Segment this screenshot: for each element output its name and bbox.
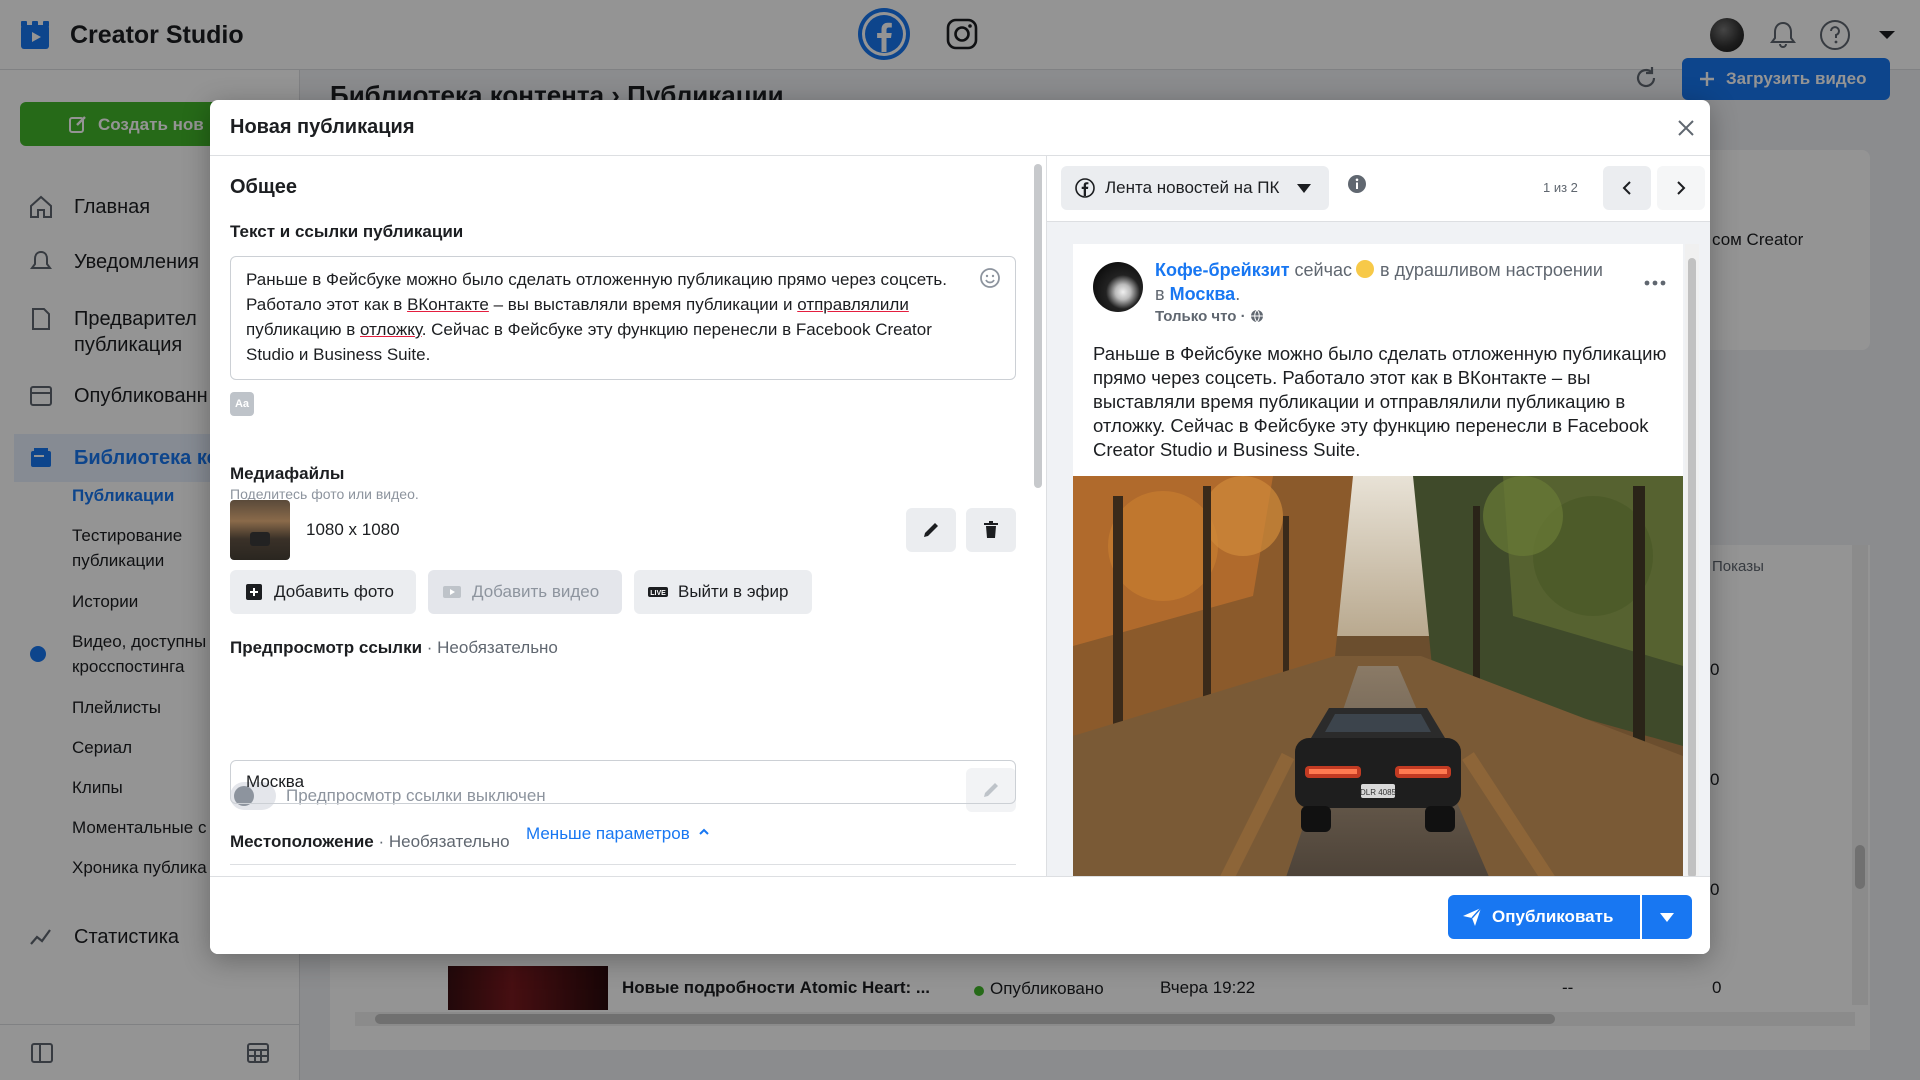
previous-preview-button[interactable]: [1603, 166, 1651, 210]
post-header: Кофе-брейкзит сейчас в дурашливом настрое…: [1155, 258, 1645, 306]
chevron-down-icon: [1297, 184, 1311, 193]
text-format-button[interactable]: Aa: [230, 392, 254, 416]
spellcheck-word: отложку: [360, 320, 422, 339]
license-plate-text: DLR 4085: [1360, 788, 1397, 797]
placement-dropdown[interactable]: Лента новостей на ПК: [1061, 166, 1329, 210]
fewer-options-link[interactable]: Меньше параметров: [526, 824, 710, 844]
post-text-segment: публикацию в: [246, 320, 361, 339]
post-text-field[interactable]: Раньше в Фейсбуке можно было сделать отл…: [230, 256, 1016, 380]
scrollbar-thumb[interactable]: [1688, 258, 1696, 876]
media-dimensions: 1080 x 1080: [306, 520, 400, 539]
placement-label: Лента новостей на ПК: [1105, 178, 1280, 197]
post-text-label: Текст и ссылки публикации: [230, 222, 464, 241]
chevron-left-icon: [1622, 181, 1631, 195]
post-period: .: [1235, 284, 1241, 304]
location-input[interactable]: Москва: [230, 760, 1016, 804]
location-label: Местоположение · Необязательно: [230, 832, 510, 852]
live-icon: LIVE: [648, 587, 668, 597]
preview-toolbar: Лента новостей на ПК 1 из 2: [1047, 156, 1710, 222]
location-title: Местоположение: [230, 832, 374, 851]
post-location[interactable]: Москва: [1170, 284, 1236, 304]
dialog-header: Новая публикация: [210, 100, 1710, 156]
close-icon[interactable]: [1674, 116, 1698, 140]
publish-options-button[interactable]: [1642, 895, 1692, 939]
media-label: Медиафайлы: [230, 464, 345, 483]
dialog-footer: Опубликовать: [210, 876, 1710, 954]
add-photo-button[interactable]: Добавить фото: [230, 570, 416, 614]
go-live-label: Выйти в эфир: [678, 582, 789, 601]
go-live-button[interactable]: LIVE Выйти в эфир: [634, 570, 812, 614]
link-preview-label: Предпросмотр ссылки · Необязательно: [230, 638, 558, 658]
preview-scrollbar[interactable]: [1685, 244, 1699, 876]
post-timestamp: Только что ·: [1155, 308, 1264, 325]
delete-media-button[interactable]: [966, 508, 1016, 552]
chevron-down-icon: [1660, 913, 1674, 922]
post-text-segment: – вы выставляли время публикации и: [488, 295, 798, 314]
pencil-icon: [924, 523, 938, 537]
next-preview-button[interactable]: [1657, 166, 1705, 210]
optional-tag: · Необязательно: [373, 832, 510, 851]
svg-text:LIVE: LIVE: [650, 590, 666, 597]
post-when: сейчас: [1289, 260, 1352, 280]
publish-label: Опубликовать: [1492, 907, 1614, 926]
thumbnail-car: [250, 532, 270, 546]
send-icon: [1463, 907, 1482, 926]
post-body-text: Раньше в Фейсбуке можно было сделать отл…: [1093, 343, 1667, 460]
page-name[interactable]: Кофе-брейкзит: [1155, 260, 1290, 280]
page-avatar: [1093, 262, 1143, 312]
feeling-emoji-icon: [1356, 260, 1374, 278]
globe-icon: [1250, 309, 1263, 323]
optional-tag: · Необязательно: [422, 638, 558, 657]
trash-icon: [984, 521, 998, 538]
media-thumbnail[interactable]: [230, 500, 290, 560]
info-icon[interactable]: [1347, 174, 1367, 194]
chevron-up-icon: [699, 828, 709, 835]
new-post-dialog: Новая публикация Общее Текст и ссылки пу…: [210, 100, 1710, 954]
fewer-options-label: Меньше параметров: [526, 824, 690, 843]
post-photo: DLR 4085: [1073, 476, 1683, 876]
video-icon: [443, 586, 461, 598]
more-options-icon[interactable]: [1643, 278, 1667, 288]
add-video-button[interactable]: Добавить видео: [428, 570, 622, 614]
publish-button[interactable]: Опубликовать: [1448, 895, 1640, 939]
add-video-label: Добавить видео: [472, 582, 600, 601]
post-feeling: в дурашливом настроении: [1380, 260, 1603, 280]
post-preview-pane: Лента новостей на ПК 1 из 2 Кофе-брейкзи…: [1047, 156, 1710, 876]
dialog-title: Новая публикация: [230, 116, 415, 138]
post-time-text: Только что ·: [1155, 308, 1246, 325]
feed-post-preview: Кофе-брейкзит сейчас в дурашливом настрое…: [1073, 244, 1683, 876]
link-preview-title: Предпросмотр ссылки: [230, 638, 423, 657]
post-in: в: [1155, 284, 1170, 304]
add-photo-icon: [246, 584, 262, 600]
section-title-general: Общее: [230, 176, 298, 198]
emoji-icon[interactable]: [978, 266, 1002, 290]
edit-media-button[interactable]: [906, 508, 956, 552]
spellcheck-word: отправлялили: [797, 295, 909, 314]
facebook-icon: [1075, 178, 1095, 198]
editor-scrollbar[interactable]: [1034, 164, 1042, 488]
chevron-right-icon: [1677, 181, 1686, 195]
preview-pager: 1 из 2: [1543, 180, 1578, 195]
add-photo-label: Добавить фото: [274, 582, 394, 601]
spellcheck-word: ВКонтакте: [407, 295, 489, 314]
